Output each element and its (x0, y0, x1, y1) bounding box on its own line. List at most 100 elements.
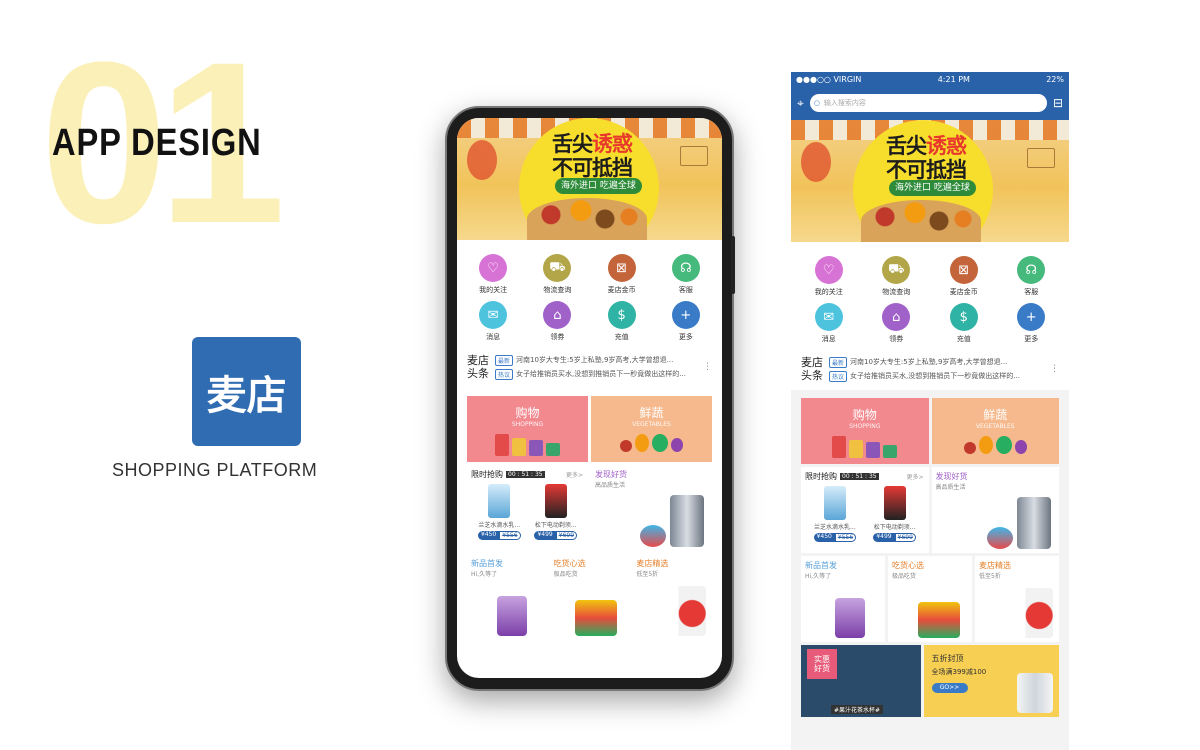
promo-cosmetics[interactable]: 五折封顶 全场满399减100 GO>> (923, 645, 1059, 718)
news-headlines[interactable]: 麦店 头条 最新 河南10岁大专生:5岁上私塾,9岁高考,大学曾想退... 热议 女子给推… (791, 350, 1069, 391)
tag-icon: ⌂ (882, 303, 911, 331)
quick-menu-item[interactable]: ♡ 我的关注 (461, 254, 525, 295)
quick-menu-label: 我的关注 (814, 288, 843, 296)
hero-banner[interactable]: 舌尖诱惑 不可抵挡 海外进口 吃遍全球 (457, 118, 722, 240)
news-headlines[interactable]: 麦店 头条 最新 河南10岁大专生:5岁上私塾,9岁高考,大学曾想退... 热议 女子给推… (457, 348, 722, 389)
quick-menu-label: 领券 (889, 335, 904, 343)
feature-title: 麦店精选 (636, 559, 669, 569)
product-price: ¥450 (813, 533, 835, 543)
countdown-timer: 00 : 51 : 35 (506, 471, 545, 479)
category-subtitle: VEGETABLES (975, 423, 1015, 431)
vegetables-image (963, 436, 1027, 455)
search-icon: ○ (813, 99, 820, 107)
feature-tile[interactable]: 吃货心选 极品吃货 (888, 556, 972, 643)
quick-menu-item[interactable]: ♡ 我的关注 (795, 256, 863, 297)
feature-product-image (496, 596, 527, 637)
quick-menu-item[interactable]: ⊠ 麦店金币 (930, 256, 998, 297)
headline-item[interactable]: 最新 河南10岁大专生:5岁上私塾,9岁高考,大学曾想退... (829, 356, 1044, 368)
headline-item[interactable]: 最新 河南10岁大专生:5岁上私塾,9岁高考,大学曾想退... (495, 354, 697, 366)
quick-menu-item[interactable]: $ 充值 (590, 301, 654, 342)
phone-side-button (731, 236, 735, 294)
feature-product-image (660, 586, 707, 637)
category-shopping[interactable]: 购物 SHOPPING (801, 398, 929, 465)
promo-bottle[interactable]: 实惠 好货 #果汁花茶水杯# (801, 645, 921, 718)
feature-tile[interactable]: 麦店精选 低至5折 (632, 554, 713, 641)
vegetables-image (620, 434, 683, 453)
dollar-icon: $ (949, 303, 978, 331)
product-old-price: ¥699 (894, 533, 916, 543)
feature-subtitle: 低至5折 (979, 573, 1001, 581)
heart-icon: ♡ (814, 256, 843, 284)
feature-product-image (835, 598, 865, 639)
discover-tile[interactable]: 发现好货 高品质生活 (931, 467, 1059, 554)
quick-menu-item[interactable]: ⊠ 麦店金币 (590, 254, 654, 295)
product-old-price: ¥556 (499, 531, 521, 541)
flash-sale-more-link[interactable]: 更多> (566, 470, 583, 479)
platform-caption: SHOPPING PLATFORM (112, 460, 318, 480)
headline-item[interactable]: 热议 女子给推销员买水,没想到推销员下一秒竟做出这样的... (829, 370, 1044, 382)
location-icon[interactable]: ⌖ (797, 96, 804, 111)
feature-tile[interactable]: 麦店精选 低至5折 (975, 556, 1059, 643)
truck-icon: ⛟ (543, 254, 572, 282)
feature-subtitle: Hi,久等了 (471, 571, 498, 579)
headline-brand: 麦店 头条 (467, 354, 489, 381)
flash-sale-product[interactable]: 松下电动剃须... ¥499 ¥699 (873, 486, 916, 543)
product-image (823, 486, 846, 521)
flash-sale-product[interactable]: 兰芝水滴水乳... ¥450 ¥556 (813, 486, 857, 543)
quick-menu-label: 更多 (678, 333, 693, 341)
feature-tile[interactable]: 吃货心选 极品吃货 (549, 554, 630, 641)
quick-menu-item[interactable]: ⛟ 物流查询 (525, 254, 589, 295)
feature-tile[interactable]: 新品首发 Hi,久等了 (801, 556, 885, 643)
quick-menu-item[interactable]: ⌂ 领券 (525, 301, 589, 342)
headline-tag: 热议 (829, 370, 848, 382)
time-label: 4:21 PM (937, 74, 970, 84)
quick-menu-item[interactable]: ☊ 客服 (998, 256, 1066, 297)
quick-menu-item[interactable]: $ 充值 (930, 303, 998, 344)
feature-product-image (918, 602, 960, 639)
headline-item[interactable]: 热议 女子给推销员买水,没想到推销员下一秒竟做出这样的... (495, 368, 697, 380)
heart-icon: ♡ (479, 254, 508, 282)
promo-go-button[interactable]: GO>> (931, 683, 968, 694)
category-vegetables[interactable]: 鲜蔬 VEGETABLES (931, 398, 1059, 465)
quick-menu-item[interactable]: ☊ 客服 (654, 254, 718, 295)
quick-menu-item[interactable]: ✉ 消息 (795, 303, 863, 344)
plus-icon: + (671, 301, 700, 329)
category-title: 购物 (515, 406, 540, 421)
status-bar: ●●●○○ VIRGIN 4:21 PM 22% (791, 72, 1069, 86)
flash-sale-product[interactable]: 松下电动剃须... ¥499 ¥699 (534, 484, 578, 541)
flash-sale-tile[interactable]: 限时抢购 00 : 51 : 35 更多> 兰芝水滴水乳... ¥450 ¥556 松下电动… (801, 467, 929, 554)
feature-tile[interactable]: 新品首发 Hi,久等了 (467, 554, 547, 641)
soymilk-maker-image (1017, 497, 1051, 550)
category-vegetables[interactable]: 鲜蔬 VEGETABLES (591, 396, 712, 463)
quick-menu: ♡ 我的关注 ⛟ 物流查询 ⊠ 麦店金币 ☊ 客服 ✉ 消息 ⌂ 领券 $ 充值 + 更多 (457, 240, 722, 348)
scan-icon[interactable]: ⊟ (1053, 96, 1063, 110)
feature-title: 吃货心选 (892, 561, 924, 571)
product-grid: 购物 SHOPPING 鲜蔬 VEGETABLES 限时抢购 00 : 51 : 35 更多… (457, 388, 722, 641)
category-shopping[interactable]: 购物 SHOPPING (467, 396, 588, 463)
discover-tile[interactable]: 发现好货 高品质生活 (591, 465, 712, 552)
product-name: 松下电动剃须... (873, 524, 916, 532)
quick-menu-item[interactable]: ✉ 消息 (461, 301, 525, 342)
banner-lantern (467, 140, 497, 180)
more-icon[interactable]: ⋮ (1050, 364, 1059, 374)
quick-menu-item[interactable]: + 更多 (654, 301, 718, 342)
flash-sale-more-link[interactable]: 更多> (906, 472, 923, 481)
category-title: 购物 (852, 408, 877, 423)
page-title: APP DESIGN (52, 122, 262, 164)
headline-tag: 最新 (829, 356, 848, 368)
shopping-bags-image (495, 434, 560, 457)
bowls-image (640, 525, 666, 548)
headline-text: 河南10岁大专生:5岁上私塾,9岁高考,大学曾想退... (516, 356, 674, 365)
search-input[interactable]: ○ 输入搜索内容 (809, 94, 1047, 112)
product-old-price: ¥556 (834, 533, 857, 543)
flash-sale-product[interactable]: 兰芝水滴水乳... ¥450 ¥556 (477, 484, 521, 541)
quick-menu-item[interactable]: ⌂ 领券 (863, 303, 931, 344)
flash-sale-tile[interactable]: 限时抢购 00 : 51 : 35 更多> 兰芝水滴水乳... ¥450 ¥556 松下电动… (467, 465, 588, 552)
quick-menu-item[interactable]: ⛟ 物流查询 (863, 256, 931, 297)
headset-icon: ☊ (1017, 256, 1046, 284)
banner-food-image (527, 198, 647, 240)
more-icon[interactable]: ⋮ (703, 362, 712, 372)
hero-banner[interactable]: 舌尖诱惑 不可抵挡 海外进口 吃遍全球 (791, 120, 1069, 242)
quick-menu-item[interactable]: + 更多 (998, 303, 1066, 344)
countdown-timer: 00 : 51 : 35 (840, 473, 879, 481)
